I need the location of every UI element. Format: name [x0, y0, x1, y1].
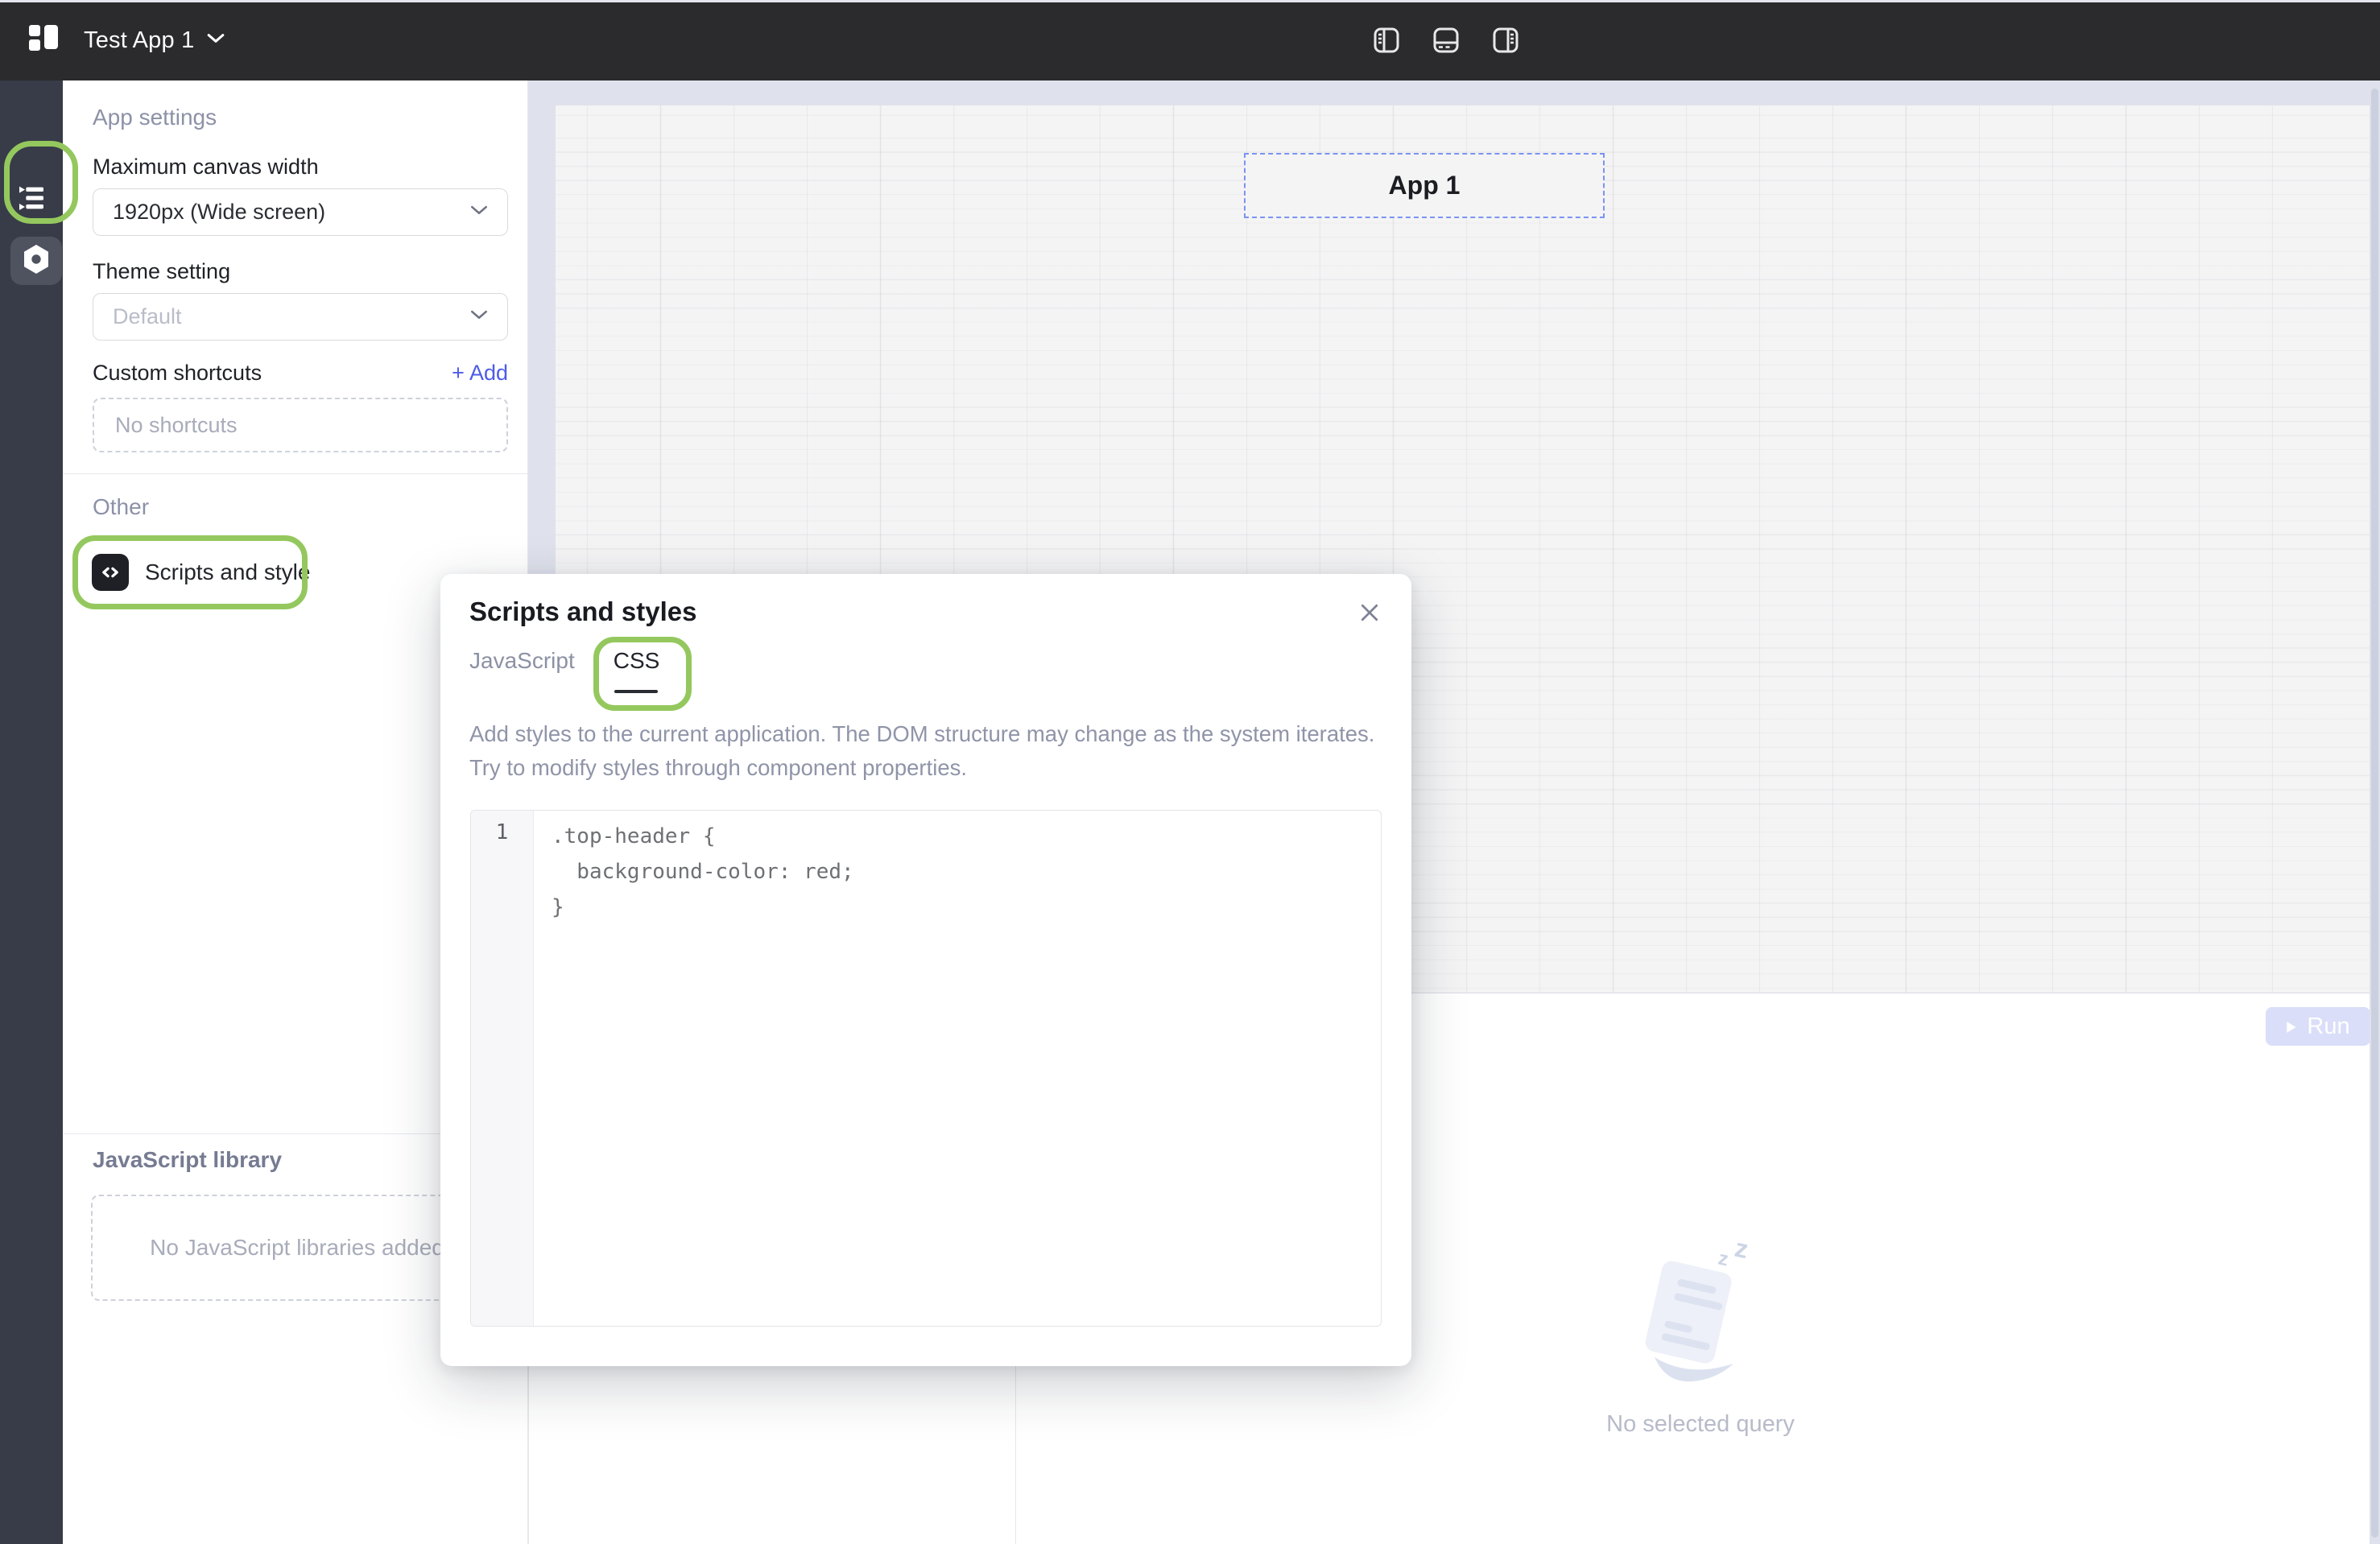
section-divider: [63, 473, 528, 474]
panel-toggle-group: [1369, 23, 1523, 58]
max-canvas-width-value: 1920px (Wide screen): [113, 200, 325, 225]
close-icon[interactable]: [1355, 598, 1384, 627]
line-number: 1: [471, 820, 533, 844]
code-line: }: [552, 890, 1381, 925]
toggle-right-panel-icon[interactable]: [1488, 23, 1523, 58]
app-builder-window: Test App 1: [0, 0, 2380, 1544]
toggle-left-panel-icon[interactable]: [1369, 23, 1404, 58]
other-heading: Other: [93, 494, 149, 520]
app-name: Test App 1: [84, 27, 194, 54]
max-canvas-width-label: Maximum canvas width: [93, 155, 319, 180]
left-toolstrip: [0, 81, 63, 1544]
play-triangle-icon: [2286, 1014, 2297, 1040]
app-settings-heading: App settings: [93, 105, 217, 130]
app-grid-logo-icon: [26, 19, 64, 62]
run-query-label: Run: [2307, 1014, 2349, 1040]
run-query-button[interactable]: Run: [2266, 1007, 2370, 1046]
header-widget[interactable]: App 1: [1244, 153, 1605, 218]
chevron-down-icon: [470, 205, 488, 220]
chevron-down-icon: [470, 310, 488, 324]
add-shortcut-link[interactable]: + Add: [452, 361, 508, 386]
app-logo[interactable]: [24, 19, 66, 61]
scripts-and-styles-modal: Scripts and styles JavaScript CSS Add st…: [440, 574, 1411, 1366]
topbar: Test App 1: [0, 0, 2380, 81]
scrollbar-thumb[interactable]: [2371, 89, 2378, 1538]
page-scrollbar: [2370, 81, 2380, 1544]
no-shortcuts-placeholder: No shortcuts: [93, 398, 508, 452]
modal-title: Scripts and styles: [469, 597, 696, 627]
svg-text:z: z: [1717, 1247, 1730, 1270]
modal-description: Add styles to the current application. T…: [469, 717, 1386, 785]
theme-setting-label: Theme setting: [93, 259, 230, 284]
query-empty-state: z z No selected query: [1572, 1235, 1829, 1438]
scripts-and-style-item[interactable]: Scripts and style: [72, 535, 308, 609]
editor-code-area[interactable]: .top-header { background-color: red; }: [534, 811, 1381, 1326]
css-code-editor: 1 .top-header { background-color: red; }: [470, 810, 1382, 1327]
scripts-and-style-label: Scripts and style: [145, 559, 310, 585]
theme-setting-select[interactable]: Default: [93, 293, 508, 341]
header-widget-label: App 1: [1389, 171, 1461, 200]
no-selected-query-text: No selected query: [1572, 1411, 1829, 1438]
editor-gutter: 1: [471, 811, 534, 1326]
tab-javascript[interactable]: JavaScript: [469, 648, 575, 685]
max-canvas-width-select[interactable]: 1920px (Wide screen): [93, 188, 508, 236]
modal-tabs: JavaScript CSS: [469, 648, 659, 685]
toggle-bottom-panel-icon[interactable]: [1428, 23, 1464, 58]
code-line: .top-header {: [552, 819, 1381, 854]
tab-css[interactable]: CSS: [614, 648, 660, 685]
pages-panel-button[interactable]: [14, 182, 49, 217]
custom-shortcuts-label: Custom shortcuts: [93, 361, 262, 386]
settings-hex-nut-icon: [22, 243, 51, 279]
theme-setting-placeholder: Default: [113, 304, 182, 329]
sleeping-document-icon: z z: [1632, 1385, 1769, 1399]
code-brackets-icon: [92, 554, 129, 591]
js-library-heading: JavaScript library: [93, 1147, 282, 1173]
custom-shortcuts-row: Custom shortcuts + Add: [93, 361, 508, 386]
window-top-edge: [0, 0, 2380, 2]
chevron-down-icon: [207, 33, 225, 48]
code-line: background-color: red;: [552, 854, 1381, 890]
pages-list-icon: [15, 182, 48, 218]
app-settings-button[interactable]: [10, 237, 62, 285]
app-name-dropdown[interactable]: Test App 1: [84, 0, 225, 81]
svg-text:z: z: [1733, 1235, 1751, 1264]
